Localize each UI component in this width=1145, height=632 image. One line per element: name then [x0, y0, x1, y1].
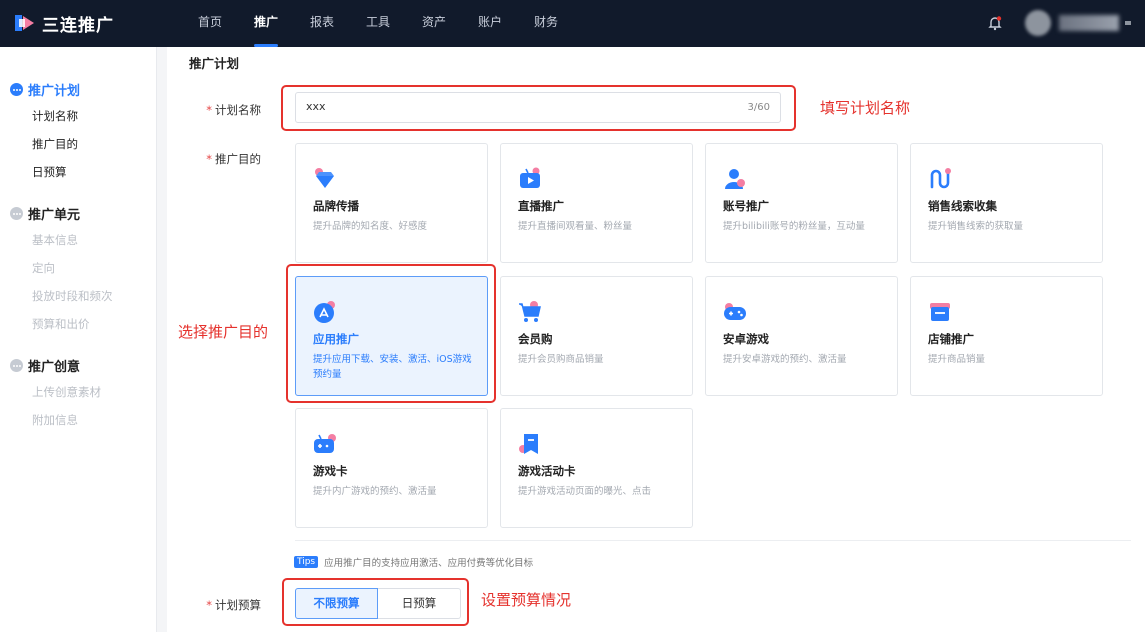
- card-title: 账号推广: [723, 199, 769, 213]
- sidebar-item-upload-creative[interactable]: 上传创意素材: [32, 384, 101, 400]
- card-title: 游戏活动卡: [518, 464, 576, 478]
- card-title: 游戏卡: [313, 464, 348, 478]
- plan-name-label: * 计划名称: [206, 103, 261, 117]
- nav-reports[interactable]: 报表: [294, 0, 350, 47]
- shop-icon: [928, 300, 952, 324]
- nav-finance[interactable]: 财务: [518, 0, 574, 47]
- tips-line: Tips 应用推广目的支持应用激活、应用付费等优化目标: [294, 555, 533, 569]
- card-title: 品牌传播: [313, 199, 359, 213]
- ellipsis-icon: [10, 359, 23, 372]
- main-nav: 首页 推广 报表 工具 资产 账户 财务: [182, 0, 574, 47]
- user-name-blurred[interactable]: [1059, 15, 1119, 31]
- annotation-box-budget: [282, 578, 469, 626]
- brand-name: 三连推广: [42, 15, 114, 36]
- sidebar-item-daily-budget[interactable]: 日预算: [32, 164, 67, 180]
- sidebar-item-targeting[interactable]: 定向: [32, 260, 55, 276]
- sidebar-section-plan[interactable]: 推广计划: [10, 80, 80, 99]
- user-area: [987, 10, 1131, 36]
- card-desc: 提升安卓游戏的预约、激活量: [723, 354, 847, 365]
- funnel-path-icon: [928, 167, 952, 191]
- notification-bell-icon[interactable]: [987, 15, 1003, 31]
- purpose-card-live[interactable]: 直播推广 提升直播间观看量、粉丝量: [500, 143, 693, 263]
- nav-promotion[interactable]: 推广: [238, 0, 294, 47]
- purpose-card-brand[interactable]: 品牌传播 提升品牌的知名度、好感度: [295, 143, 488, 263]
- card-desc: 提升游戏活动页面的曝光、点击: [518, 486, 652, 497]
- annotation-box-plan-name: [281, 85, 796, 131]
- card-title: 会员购: [518, 332, 553, 346]
- brand-logo[interactable]: 三连推广: [14, 10, 114, 36]
- nav-home[interactable]: 首页: [182, 0, 238, 47]
- purpose-card-game-card[interactable]: 游戏卡 提升内广游戏的预约、激活量: [295, 408, 488, 528]
- game-card-icon: [313, 432, 337, 456]
- activity-card-icon: [518, 432, 542, 456]
- sidebar-item-budget-bid[interactable]: 预算和出价: [32, 316, 90, 332]
- card-title: 销售线索收集: [928, 199, 997, 213]
- tips-badge: Tips: [294, 556, 319, 568]
- card-title: 安卓游戏: [723, 332, 769, 346]
- card-desc: 提升bilibili账号的粉丝量，互动量: [723, 221, 865, 232]
- annotation-purpose: 选择推广目的: [178, 323, 269, 341]
- purpose-card-leads[interactable]: 销售线索收集 提升销售线索的获取量: [910, 143, 1103, 263]
- card-desc: 提升直播间观看量、粉丝量: [518, 221, 633, 232]
- nav-account[interactable]: 账户: [462, 0, 518, 47]
- tv-play-icon: [518, 167, 542, 191]
- annotation-budget: 设置预算情况: [481, 591, 572, 609]
- annotation-plan-name: 填写计划名称: [820, 99, 911, 117]
- chevron-down-icon[interactable]: [1125, 21, 1131, 25]
- sidebar-section-label: 推广单元: [28, 208, 81, 223]
- section-title: 推广计划: [189, 56, 240, 71]
- nav-assets[interactable]: 资产: [406, 0, 462, 47]
- user-avatar[interactable]: [1025, 10, 1051, 36]
- card-title: 直播推广: [518, 199, 564, 213]
- card-desc: 提升商品销量: [928, 354, 986, 365]
- step-sidebar: 推广计划 计划名称 推广目的 日预算 推广单元 基本信息 定向 投放时段和频次 …: [0, 47, 157, 632]
- divider: [295, 540, 1131, 541]
- tips-text: 应用推广目的支持应用激活、应用付费等优化目标: [324, 558, 534, 569]
- purpose-label: * 推广目的: [206, 152, 261, 166]
- sidebar-section-label: 推广创意: [28, 360, 81, 375]
- card-desc: 提升会员购商品销量: [518, 354, 604, 365]
- sidebar-item-plan-name[interactable]: 计划名称: [32, 108, 78, 124]
- purpose-card-shop[interactable]: 店铺推广 提升商品销量: [910, 276, 1103, 396]
- nav-tools[interactable]: 工具: [350, 0, 406, 47]
- purpose-card-game-activity[interactable]: 游戏活动卡 提升游戏活动页面的曝光、点击: [500, 408, 693, 528]
- sidebar-section-creative[interactable]: 推广创意: [10, 356, 80, 375]
- annotation-box-purpose: [286, 264, 496, 403]
- diamond-icon: [313, 167, 337, 191]
- sidebar-section-label: 推广计划: [28, 84, 81, 99]
- top-navigation-bar: 三连推广 首页 推广 报表 工具 资产 账户 财务: [0, 0, 1145, 47]
- sidebar-section-unit[interactable]: 推广单元: [10, 204, 80, 223]
- card-desc: 提升品牌的知名度、好感度: [313, 221, 428, 232]
- card-desc: 提升内广游戏的预约、激活量: [313, 486, 437, 497]
- gamepad-icon: [723, 300, 747, 324]
- card-desc: 提升销售线索的获取量: [928, 221, 1024, 232]
- purpose-card-account[interactable]: 账号推广 提升bilibili账号的粉丝量，互动量: [705, 143, 898, 263]
- sidebar-item-extra-info[interactable]: 附加信息: [32, 412, 78, 428]
- shopping-cart-icon: [518, 300, 542, 324]
- budget-label: * 计划预算: [206, 598, 261, 612]
- ellipsis-icon: [10, 207, 23, 220]
- sidebar-item-purpose[interactable]: 推广目的: [32, 136, 78, 152]
- sidebar-item-schedule[interactable]: 投放时段和频次: [32, 288, 113, 304]
- purpose-card-member-shop[interactable]: 会员购 提升会员购商品销量: [500, 276, 693, 396]
- logo-mark-icon: [14, 12, 36, 34]
- card-title: 店铺推广: [928, 332, 974, 346]
- user-icon: [723, 167, 747, 191]
- ellipsis-icon: [10, 83, 23, 96]
- sidebar-item-basic-info[interactable]: 基本信息: [32, 232, 78, 248]
- purpose-card-android-game[interactable]: 安卓游戏 提升安卓游戏的预约、激活量: [705, 276, 898, 396]
